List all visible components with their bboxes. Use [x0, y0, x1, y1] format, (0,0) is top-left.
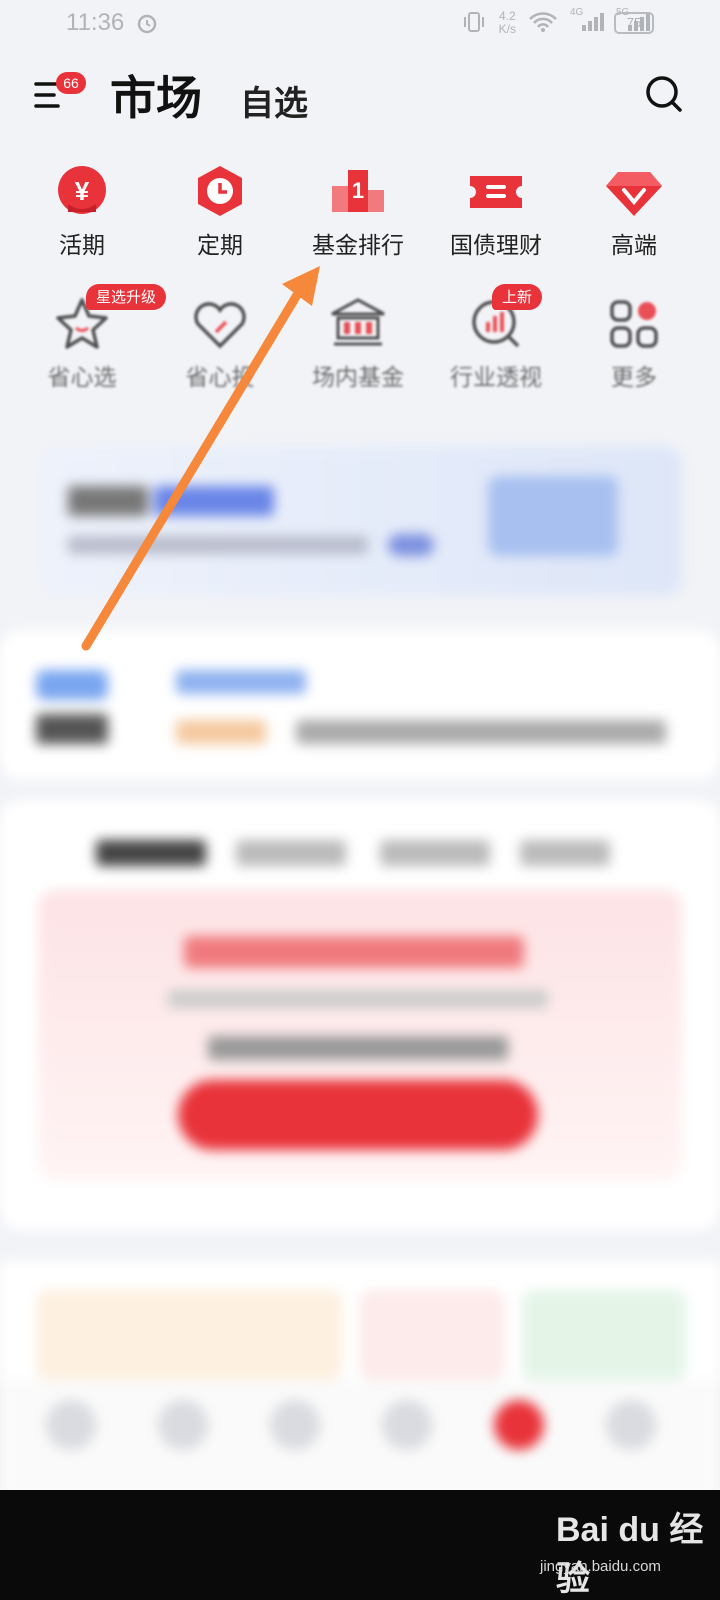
entry-label: 高端	[611, 233, 657, 259]
exchange-icon	[326, 292, 390, 356]
grid-icon	[602, 292, 666, 356]
entry-exchange-fund[interactable]: 场内基金	[290, 292, 426, 392]
search-icon	[646, 76, 682, 112]
status-time: 11:36	[66, 9, 125, 36]
entry-label: 活期	[59, 233, 105, 259]
ticket-icon	[464, 160, 528, 224]
alarm-icon	[136, 12, 158, 38]
news-card[interactable]	[0, 630, 720, 780]
entry-label: 场内基金	[312, 365, 404, 391]
tab-watchlist[interactable]: 自选	[240, 76, 308, 125]
diamond-icon	[602, 160, 666, 224]
signal-4g-icon: 4G	[570, 7, 604, 36]
entry-label: 国债理财	[450, 233, 542, 259]
watermark-logo: Bai du 经验	[556, 1511, 704, 1598]
entry-label: 更多	[611, 365, 657, 391]
entry-label: 省心投	[185, 365, 255, 391]
entry-label: 省心选	[47, 365, 117, 391]
blurred-content	[0, 420, 720, 1600]
watermark-url: jingyan.baidu.com	[540, 1558, 661, 1575]
status-bar: 11:36 4.2 K/s 4G 5G 75	[0, 0, 720, 50]
wifi-icon	[528, 11, 558, 36]
promo-button[interactable]	[178, 1080, 538, 1150]
feed-card[interactable]	[0, 800, 720, 1230]
entry-current-deposit[interactable]: ¥ 活期	[14, 160, 150, 260]
promo-card[interactable]	[38, 890, 682, 1180]
search-button[interactable]	[644, 74, 684, 114]
watermark: Bai du 经验 jingyan.baidu.com	[540, 1490, 710, 1598]
entry-worry-free-invest[interactable]: 省心投	[152, 292, 288, 392]
entry-label: 行业透视	[450, 365, 542, 391]
svg-text:1: 1	[352, 178, 364, 203]
entry-treasury-bond[interactable]: 国债理财	[428, 160, 564, 260]
signal-4g-label: 4G	[570, 6, 584, 18]
clock-icon	[188, 160, 252, 224]
heart-icon	[188, 292, 252, 356]
vibrate-icon	[461, 11, 487, 36]
yen-icon: ¥	[50, 160, 114, 224]
entry-fixed-deposit[interactable]: 定期	[152, 160, 288, 260]
net-speed: 4.2 K/s	[499, 10, 516, 36]
net-speed-unit: K/s	[498, 22, 516, 36]
entry-fund-ranking[interactable]: 1 基金排行	[290, 160, 426, 260]
bottom-tab-bar	[0, 1380, 720, 1500]
tag-badge: 上新	[492, 284, 543, 310]
promo-banner[interactable]	[38, 446, 682, 596]
entry-label: 定期	[197, 233, 243, 259]
svg-text:¥: ¥	[75, 176, 90, 206]
page-title[interactable]: 市场	[110, 62, 202, 128]
menu-badge: 66	[56, 72, 86, 94]
entry-high-end[interactable]: 高端	[566, 160, 702, 260]
podium-icon: 1	[326, 160, 390, 224]
tag-badge: 星选升级	[86, 284, 167, 310]
entry-more[interactable]: 更多	[566, 292, 702, 392]
entry-label: 基金排行	[312, 233, 404, 259]
battery-indicator: 75	[614, 12, 654, 34]
